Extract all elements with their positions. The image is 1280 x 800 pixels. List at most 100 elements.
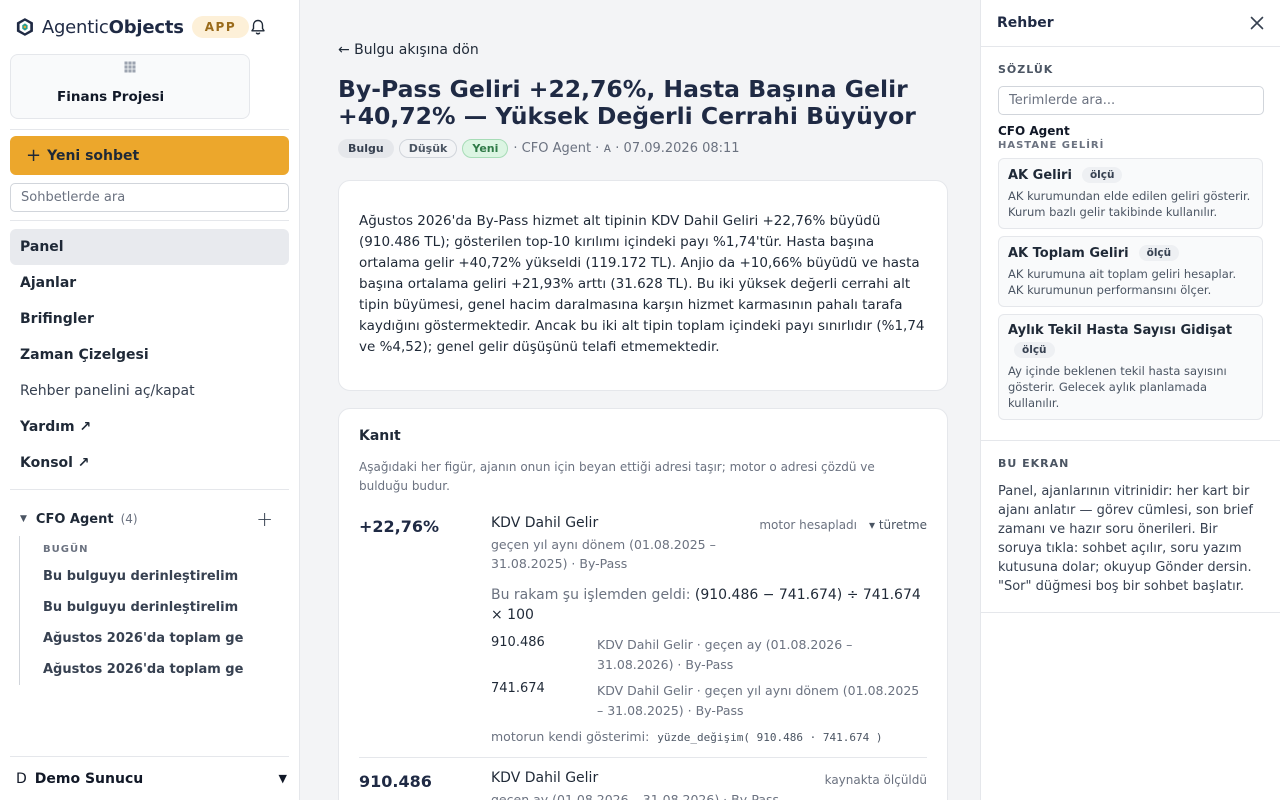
divider bbox=[981, 612, 1280, 613]
term-description: Ay içinde beklenen tekil hasta sayısını … bbox=[1008, 364, 1227, 410]
agent-thread-count: (4) bbox=[120, 512, 138, 526]
this-screen-section: BU EKRAN Panel, ajanlarının vitrinidir: … bbox=[981, 441, 1280, 596]
divider bbox=[359, 757, 927, 758]
thread-item[interactable]: Ağustos 2026'da toplam ge... bbox=[43, 654, 243, 685]
derivation-toggle[interactable]: ▾ türetme bbox=[869, 518, 927, 532]
glossary-term[interactable]: Aylık Tekil Hasta Sayısı Gidişat ölçü Ay … bbox=[998, 314, 1263, 420]
status-badge: Yeni bbox=[462, 138, 509, 158]
sidebar: AgenticObjects APP Finans Projesi + Yeni… bbox=[0, 0, 300, 800]
glossary-term[interactable]: AK Toplam Geliri ölçü AK kurumuna ait top… bbox=[998, 236, 1263, 307]
day-label: BUGÜN bbox=[43, 544, 89, 555]
nav-agents[interactable]: Ajanlar bbox=[10, 265, 289, 301]
evidence-item: +22,76% KDV Dahil Gelir geçen yıl aynı d… bbox=[359, 515, 927, 744]
evidence-value: +22,76% bbox=[359, 517, 440, 536]
glossary-list[interactable]: AK Geliri ölçü AK kurumundan elde edilen … bbox=[998, 158, 1263, 422]
main-nav: Panel Ajanlar Brifingler Zaman Çizelgesi… bbox=[10, 229, 289, 481]
glossary-agent: CFO Agent bbox=[998, 124, 1070, 138]
term-description: AK kurumuna ait toplam geliri hesaplar. … bbox=[1008, 267, 1237, 297]
source-label: motor hesapladı bbox=[759, 518, 858, 532]
term-name: AK Geliri bbox=[1008, 167, 1072, 183]
term-name: AK Toplam Geliri bbox=[1008, 245, 1129, 261]
glossary-search-input[interactable]: Terimlerde ara... bbox=[998, 86, 1264, 115]
motor-representation: motorun kendi gösterimi: yüzde_değişim( 9… bbox=[491, 729, 927, 744]
screen-description: Panel, ajanlarının vitrinidir: her kart … bbox=[998, 484, 1253, 594]
evidence-source: kaynakta ölçüldü bbox=[825, 773, 927, 787]
evidence-item: 910.486 KDV Dahil Gelir geçen ay (01.08.… bbox=[359, 770, 927, 800]
guide-title: Rehber bbox=[997, 15, 1054, 31]
severity-badge: Düşük bbox=[398, 138, 458, 158]
term-name: Aylık Tekil Hasta Sayısı Gidişat bbox=[1008, 323, 1233, 338]
new-chat-button[interactable]: + Yeni sohbet bbox=[10, 136, 289, 175]
guide-header: Rehber bbox=[981, 0, 1280, 47]
finding-detail: ← Bulgu akışına dön By-Pass Geliri +22,7… bbox=[300, 0, 980, 800]
evidence-value: 910.486 bbox=[359, 772, 432, 791]
guide-panel: Rehber SÖZLÜK Terimlerde ara... CFO Agen… bbox=[980, 0, 1280, 800]
source-label: kaynakta ölçüldü bbox=[824, 773, 927, 787]
agent-group-header[interactable]: ▼ CFO Agent (4) + bbox=[10, 502, 289, 536]
new-chat-label: Yeni sohbet bbox=[47, 147, 140, 164]
operand-list: 910.486 KDV Dahil Gelir · geçen ay (01.0… bbox=[491, 635, 927, 721]
operand-row: 910.486 KDV Dahil Gelir · geçen ay (01.0… bbox=[491, 635, 927, 675]
project-card[interactable]: Finans Projesi bbox=[10, 54, 250, 119]
evidence-formula: Bu rakam şu işlemden geldi: (910.486 − 7… bbox=[491, 585, 927, 625]
operand-value: 910.486 bbox=[491, 635, 545, 650]
nav-help-link[interactable]: Yardım ↗ bbox=[10, 409, 289, 445]
chat-search-input[interactable]: Sohbetlerde ara bbox=[10, 183, 289, 212]
glossary-section: SÖZLÜK Terimlerde ara... CFO Agent HASTA… bbox=[981, 47, 1280, 422]
operand-row: 741.674 KDV Dahil Gelir · geçen yıl aynı… bbox=[491, 681, 927, 721]
grid-icon bbox=[124, 61, 136, 73]
brand-name[interactable]: AgenticObjects bbox=[42, 17, 184, 38]
screen-label: BU EKRAN bbox=[998, 457, 1070, 470]
server-name: Demo Sunucu bbox=[34, 770, 144, 787]
glossary-label: SÖZLÜK bbox=[998, 63, 1054, 76]
plus-icon: + bbox=[26, 145, 42, 166]
evidence-period: geçen ay (01.08.2026 – 31.08.2026) · By-… bbox=[491, 792, 780, 800]
chevron-down-icon: ▼ bbox=[278, 772, 287, 785]
evidence-title: Kanıt bbox=[359, 428, 401, 444]
glossary-term[interactable]: AK Geliri ölçü AK kurumundan elde edilen … bbox=[998, 158, 1263, 229]
meta-text: · CFO Agent · ᴀ · 07.09.2026 08:11 bbox=[513, 140, 740, 156]
nav-guide-toggle[interactable]: Rehber panelini aç/kapat bbox=[10, 373, 289, 409]
divider bbox=[10, 220, 289, 221]
evidence-card: Kanıt Aşağıdaki her figür, ajanın onun i… bbox=[338, 408, 948, 800]
brand-bar: AgenticObjects APP bbox=[0, 0, 299, 54]
server-initial: D bbox=[16, 770, 27, 787]
evidence-description: Aşağıdaki her figür, ajanın onun için be… bbox=[359, 460, 875, 493]
server-selector[interactable]: D Demo Sunucu ▼ bbox=[10, 756, 289, 800]
agent-name: CFO Agent bbox=[35, 511, 114, 527]
evidence-source: motor hesapladı ▾ türetme bbox=[759, 518, 927, 532]
motor-label: motorun kendi gösterimi: bbox=[491, 729, 650, 744]
divider bbox=[10, 489, 289, 490]
term-kind-badge: ölçü bbox=[1081, 167, 1123, 183]
glossary-category: HASTANE GELİRİ bbox=[998, 140, 1105, 151]
nav-console-link[interactable]: Konsol ↗ bbox=[10, 445, 289, 481]
motor-code: yüzde_değişim( 910.486 · 741.674 ) bbox=[657, 731, 883, 744]
nav-panel[interactable]: Panel bbox=[10, 229, 289, 265]
operand-value: 741.674 bbox=[491, 681, 545, 696]
app-shell: AgenticObjects APP Finans Projesi + Yeni… bbox=[0, 0, 1280, 800]
evidence-period: geçen yıl aynı dönem (01.08.2025 – 31.08… bbox=[491, 537, 716, 571]
term-kind-badge: ölçü bbox=[1138, 245, 1180, 261]
term-description: AK kurumundan elde edilen geliri gösteri… bbox=[1008, 189, 1251, 219]
collapse-triangle-icon[interactable]: ▼ bbox=[20, 514, 27, 524]
glossary-search-placeholder: Terimlerde ara... bbox=[1009, 93, 1116, 108]
page-title: By-Pass Geliri +22,76%, Hasta Başına Gel… bbox=[338, 75, 916, 130]
nav-briefings[interactable]: Brifingler bbox=[10, 301, 289, 337]
thread-list: BUGÜN Bu bulguyu derinleştirelim ... Bu … bbox=[19, 536, 299, 685]
summary-text: Ağustos 2026'da By-Pass hizmet alt tipin… bbox=[359, 213, 925, 355]
thread-item[interactable]: Ağustos 2026'da toplam ge... bbox=[43, 623, 243, 654]
chat-search-placeholder: Sohbetlerde ara bbox=[21, 190, 126, 205]
close-icon[interactable] bbox=[1250, 16, 1264, 30]
logo-icon bbox=[16, 18, 33, 36]
thread-item[interactable]: Bu bulguyu derinleştirelim ... bbox=[43, 592, 243, 623]
add-thread-icon[interactable]: + bbox=[256, 507, 273, 531]
formula-label: Bu rakam şu işlemden geldi: bbox=[491, 587, 691, 603]
type-badge: Bulgu bbox=[338, 138, 394, 158]
back-link[interactable]: ← Bulgu akışına dön bbox=[338, 42, 980, 60]
nav-timeline[interactable]: Zaman Çizelgesi bbox=[10, 337, 289, 373]
summary-card: Ağustos 2026'da By-Pass hizmet alt tipin… bbox=[338, 180, 948, 391]
term-kind-badge: ölçü bbox=[1014, 342, 1055, 358]
bell-icon[interactable] bbox=[249, 17, 267, 37]
thread-item[interactable]: Bu bulguyu derinleştirelim ... bbox=[43, 561, 243, 592]
divider bbox=[10, 129, 289, 130]
